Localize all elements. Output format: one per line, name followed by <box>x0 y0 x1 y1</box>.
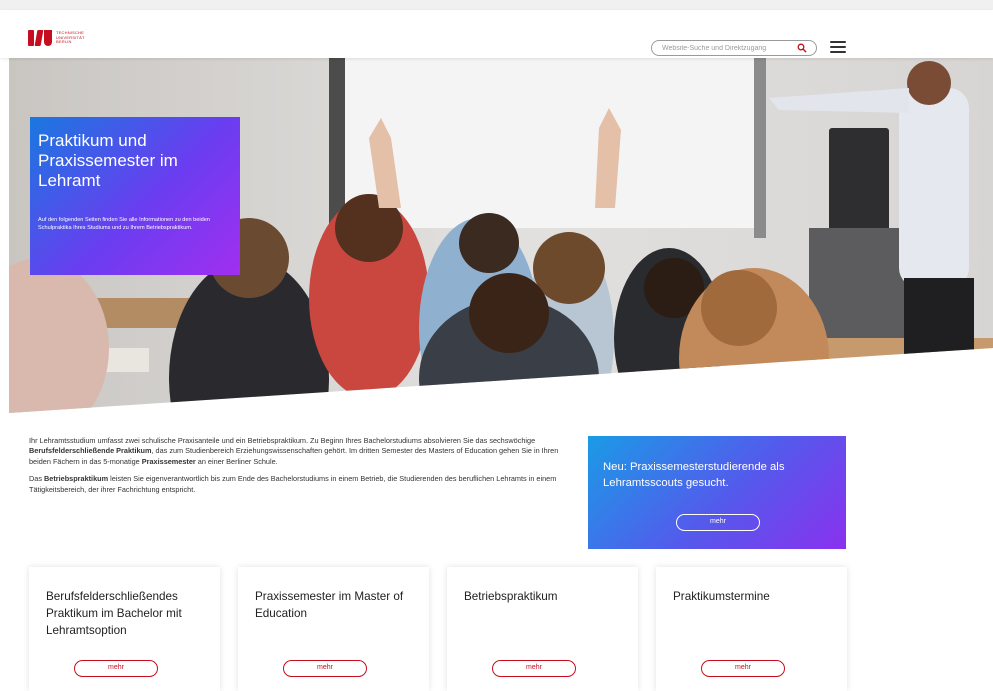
tu-logo-mark <box>28 30 52 46</box>
card-praktikumstermine[interactable]: Praktikumstermine mehr <box>656 567 847 691</box>
card-betriebspraktikum[interactable]: Betriebspraktikum mehr <box>447 567 638 691</box>
card-berufsfelderschliessendes-praktikum[interactable]: Berufsfelderschließendes Praktikum im Ba… <box>29 567 220 691</box>
search-icon[interactable] <box>797 43 807 53</box>
promo-text: Neu: Praxissemesterstudierende als Lehra… <box>603 461 785 489</box>
card-title: Berufsfelderschließendes Praktikum im Ba… <box>46 590 182 637</box>
intro-paragraph-2: Das Betriebspraktikum leisten Sie eigenv… <box>29 474 557 494</box>
lehramtsscouts-promo[interactable]: Neu: Praxissemesterstudierende als Lehra… <box>588 436 846 549</box>
card-mehr-button[interactable]: mehr <box>701 660 785 677</box>
hero-description: Auf den folgenden Seiten finden Sie alle… <box>38 217 210 231</box>
promo-mehr-button[interactable]: mehr <box>676 514 760 531</box>
intro-text: Ihr Lehramtsstudium umfasst zwei schulis… <box>29 436 569 502</box>
hero-title: Praktikum und Praxissemester im Lehramt <box>38 131 178 190</box>
search-input[interactable] <box>662 41 797 55</box>
hero-info-box: Praktikum und Praxissemester im Lehramt … <box>30 117 240 275</box>
browser-top-strip <box>0 0 993 10</box>
card-praxissemester[interactable]: Praxissemester im Master of Education me… <box>238 567 429 691</box>
card-title: Praxissemester im Master of Education <box>255 590 404 620</box>
logo-text: TECHNISCHE UNIVERSITÄT BERLIN <box>56 30 85 45</box>
tu-berlin-logo[interactable]: TECHNISCHE UNIVERSITÄT BERLIN <box>28 30 92 46</box>
card-title: Praktikumstermine <box>673 590 770 603</box>
card-mehr-button[interactable]: mehr <box>283 660 367 677</box>
search-box[interactable] <box>651 40 817 56</box>
hamburger-menu-icon[interactable] <box>830 41 846 53</box>
card-mehr-button[interactable]: mehr <box>74 660 158 677</box>
card-mehr-button[interactable]: mehr <box>492 660 576 677</box>
intro-paragraph-1: Ihr Lehramtsstudium umfasst zwei schulis… <box>29 436 559 466</box>
site-header: TECHNISCHE UNIVERSITÄT BERLIN <box>0 10 993 58</box>
card-title: Betriebspraktikum <box>464 590 558 603</box>
